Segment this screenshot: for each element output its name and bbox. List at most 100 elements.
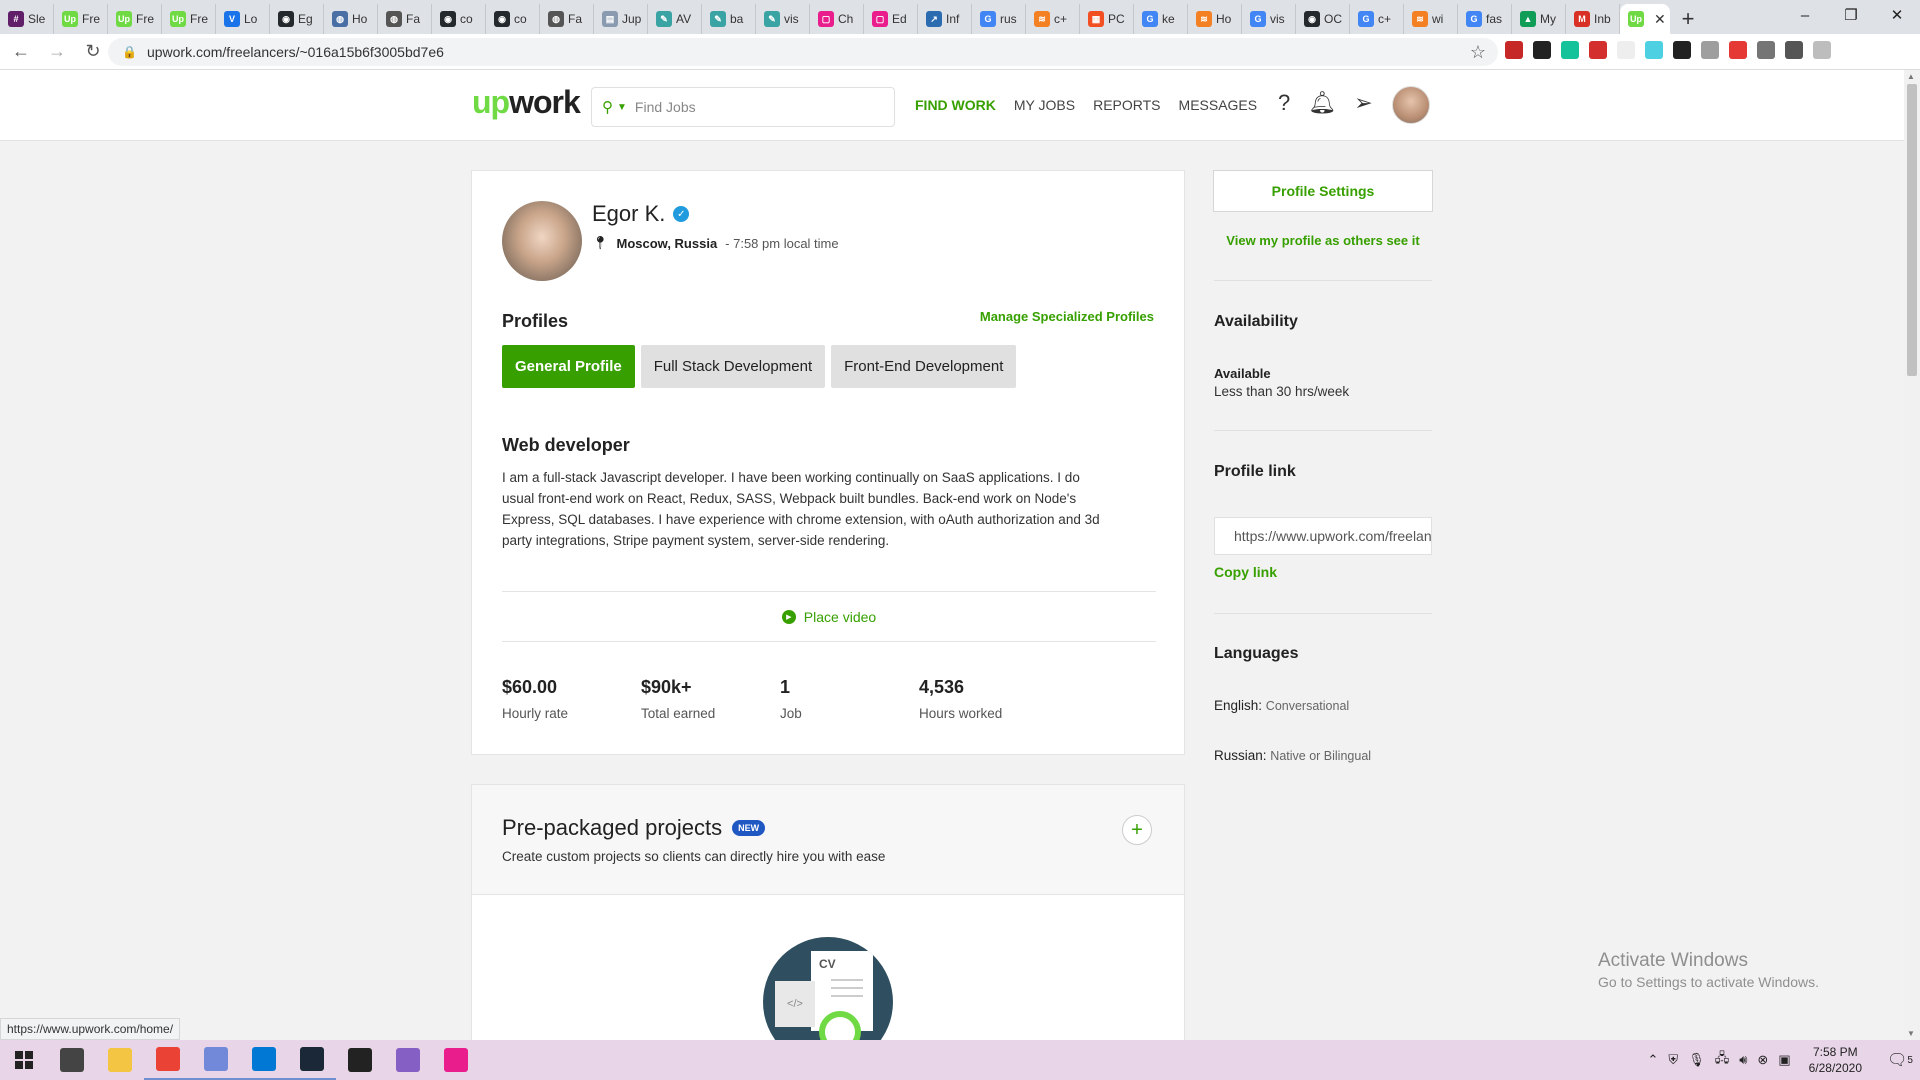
bookmark-star-icon[interactable]: ☆ <box>1470 42 1486 63</box>
browser-tab[interactable]: Gc+ <box>1350 4 1404 34</box>
close-circle-icon[interactable]: ⊗ <box>1757 1052 1768 1068</box>
taskbar-vscode-icon[interactable] <box>240 1040 288 1080</box>
minimize-icon[interactable]: – <box>1782 0 1828 30</box>
browser-tab[interactable]: ◉ Eg <box>270 4 324 34</box>
browser-tab[interactable]: Up Fre <box>108 4 162 34</box>
taskbar-app-a-icon[interactable] <box>336 1040 384 1080</box>
restore-icon[interactable]: ❐ <box>1828 0 1874 30</box>
extension-icon[interactable] <box>1561 41 1579 59</box>
nav-reports[interactable]: REPORTS <box>1093 97 1160 113</box>
user-avatar[interactable] <box>1392 86 1430 124</box>
scroll-down-icon[interactable]: ▼ <box>1907 1029 1915 1038</box>
place-video-button[interactable]: ▶ Place video <box>472 609 1186 625</box>
taskbar-chrome-icon[interactable] <box>144 1040 192 1080</box>
chevron-up-icon[interactable]: ⌃ <box>1648 1052 1659 1068</box>
extension-icon[interactable] <box>1589 41 1607 59</box>
profile-tab-general-profile[interactable]: General Profile <box>502 345 635 388</box>
upwork-logo[interactable]: upwork <box>472 84 581 121</box>
browser-tab[interactable]: ▦ PC <box>1080 4 1134 34</box>
manage-specialized-profiles-link[interactable]: Manage Specialized Profiles <box>980 309 1154 324</box>
taskbar-task-view-icon[interactable] <box>48 1040 96 1080</box>
microphone-icon[interactable]: 🎙︎ <box>1688 1052 1705 1068</box>
extension-icon[interactable] <box>1729 41 1747 59</box>
network-icon[interactable]: 🖧 <box>1715 1049 1730 1071</box>
browser-tab[interactable]: ◍ Ho <box>324 4 378 34</box>
browser-tab[interactable]: # Sle <box>0 4 54 34</box>
browser-tab[interactable]: ◍ Fa <box>540 4 594 34</box>
nav-find-work[interactable]: FIND WORK <box>915 97 996 113</box>
close-tab-icon[interactable]: ✕ <box>1654 11 1666 28</box>
taskbar-steam-icon[interactable] <box>288 1040 336 1080</box>
back-arrow-icon[interactable]: ← <box>6 37 36 67</box>
nav-messages[interactable]: MESSAGES <box>1179 97 1258 113</box>
browser-tab[interactable]: V Lo <box>216 4 270 34</box>
extension-icon[interactable] <box>1813 41 1831 59</box>
windows-start-icon[interactable] <box>0 1040 48 1080</box>
keyboard-icon[interactable]: ▣ <box>1778 1052 1790 1068</box>
page-scrollbar[interactable]: ▲ ▼ <box>1904 70 1920 1040</box>
chevron-down-icon[interactable]: ▼ <box>617 102 627 113</box>
browser-tab[interactable]: ✎ vis <box>756 4 810 34</box>
notification-center-icon[interactable]: 🗨︎ 5 <box>1880 1040 1920 1080</box>
browser-tab[interactable]: ≋ Ho <box>1188 4 1242 34</box>
browser-tab[interactable]: Up Fre <box>162 4 216 34</box>
extension-icon[interactable] <box>1505 41 1523 59</box>
view-profile-as-others-link[interactable]: View my profile as others see it <box>1213 233 1433 248</box>
browser-tab[interactable]: ▲ My <box>1512 4 1566 34</box>
search-icon: ⚲ <box>602 99 613 116</box>
extension-icon[interactable] <box>1757 41 1775 59</box>
send-icon[interactable]: ➢ <box>1354 90 1372 116</box>
browser-tab[interactable]: ↗ Inf <box>918 4 972 34</box>
extension-icon[interactable] <box>1533 41 1551 59</box>
browser-tab[interactable]: ◉ co <box>432 4 486 34</box>
extension-icon[interactable] <box>1645 41 1663 59</box>
address-bar[interactable]: 🔒 upwork.com/freelancers/~016a15b6f3005b… <box>108 38 1498 66</box>
extension-icon[interactable] <box>1701 41 1719 59</box>
extension-icon[interactable] <box>1617 41 1635 59</box>
close-window-icon[interactable]: ✕ <box>1874 0 1920 30</box>
profile-settings-button[interactable]: Profile Settings <box>1213 170 1433 212</box>
search-input[interactable]: ⚲ ▼ Find Jobs <box>591 87 895 127</box>
profile-tab-front-end-development[interactable]: Front-End Development <box>831 345 1017 388</box>
browser-tab[interactable]: ▢ Ch <box>810 4 864 34</box>
add-project-button[interactable]: + <box>1122 815 1152 845</box>
extension-icon[interactable] <box>1785 41 1803 59</box>
bell-icon[interactable]: 🔔︎ <box>1308 90 1336 116</box>
browser-tab-active[interactable]: Up ✕ <box>1620 4 1670 34</box>
browser-tab[interactable]: ▤ Jup <box>594 4 648 34</box>
forward-arrow-icon[interactable]: → <box>42 37 72 67</box>
browser-tab[interactable]: ◍ Fa <box>378 4 432 34</box>
profile-avatar[interactable] <box>502 201 582 281</box>
browser-tab[interactable]: Up Fre <box>54 4 108 34</box>
browser-tab[interactable]: ✎ AV <box>648 4 702 34</box>
profile-card: Egor K. ✓ 📍︎ Moscow, Russia - 7:58 pm lo… <box>471 170 1185 755</box>
volume-icon[interactable]: 🔊︎ <box>1739 1052 1747 1068</box>
browser-tab[interactable]: Grus <box>972 4 1026 34</box>
copy-link-button[interactable]: Copy link <box>1214 564 1277 580</box>
new-tab-button[interactable]: + <box>1670 4 1706 34</box>
browser-tab[interactable]: ≋ c+ <box>1026 4 1080 34</box>
browser-tab[interactable]: ▢ Ed <box>864 4 918 34</box>
browser-tab[interactable]: Gvis <box>1242 4 1296 34</box>
antivirus-icon[interactable]: ⛨ <box>1668 1052 1678 1068</box>
scroll-up-icon[interactable]: ▲ <box>1907 72 1915 81</box>
browser-tab[interactable]: ◉ co <box>486 4 540 34</box>
system-clock[interactable]: 7:58 PM 6/28/2020 <box>1809 1044 1862 1076</box>
browser-tab[interactable]: M Inb <box>1566 4 1620 34</box>
scrollbar-thumb[interactable] <box>1907 84 1917 376</box>
nav-my-jobs[interactable]: MY JOBS <box>1014 97 1075 113</box>
taskbar-file-explorer-icon[interactable] <box>96 1040 144 1080</box>
profile-tab-full-stack-development[interactable]: Full Stack Development <box>640 345 826 388</box>
profile-link-field[interactable]: https://www.upwork.com/freelancers/~016a… <box>1214 517 1432 555</box>
browser-tab[interactable]: ◉ OC <box>1296 4 1350 34</box>
browser-tab[interactable]: ≋ wi <box>1404 4 1458 34</box>
taskbar-visual-studio-icon[interactable] <box>384 1040 432 1080</box>
taskbar-app-pink-icon[interactable] <box>432 1040 480 1080</box>
taskbar-discord-icon[interactable] <box>192 1040 240 1080</box>
browser-tab[interactable]: Gfas <box>1458 4 1512 34</box>
help-icon[interactable]: ? <box>1278 90 1290 116</box>
browser-tab[interactable]: Gke <box>1134 4 1188 34</box>
extension-icon[interactable] <box>1673 41 1691 59</box>
reload-icon[interactable]: ↻ <box>78 37 108 67</box>
browser-tab[interactable]: ✎ ba <box>702 4 756 34</box>
